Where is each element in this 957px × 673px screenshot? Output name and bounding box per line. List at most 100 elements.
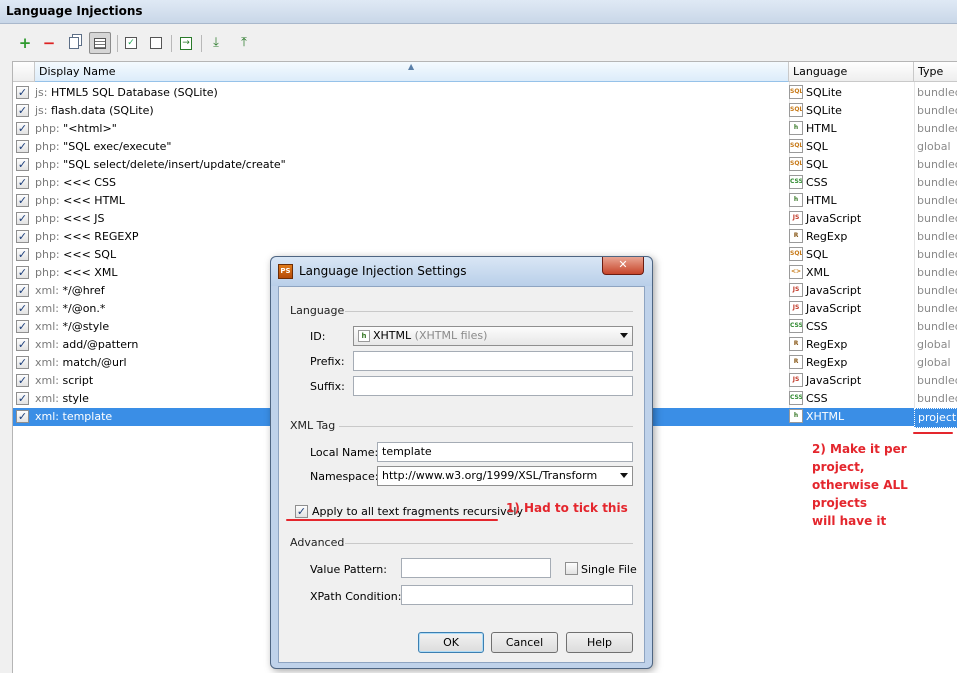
suffix-field[interactable]	[353, 376, 633, 396]
row-enabled-checkbox[interactable]: ✓	[16, 212, 29, 225]
row-enabled-checkbox[interactable]: ✓	[16, 284, 29, 297]
injection-name: <<< JS	[63, 212, 105, 225]
language-icon: JS	[789, 211, 803, 225]
namespace-value: http://www.w3.org/1999/XSL/Transform	[382, 469, 598, 482]
apply-recursive-checkbox[interactable]: ✓	[295, 505, 308, 518]
language-name: HTML	[806, 194, 837, 207]
dialog-title-bar[interactable]: PS Language Injection Settings ✕	[271, 257, 652, 286]
injection-prefix: xml:	[35, 374, 59, 387]
suffix-label: Suffix:	[310, 380, 345, 393]
section-xml-tag: XML Tag	[290, 419, 336, 432]
disable-selected-icon[interactable]	[147, 34, 165, 52]
table-row[interactable]: ✓ js: HTML5 SQL Database (SQLite) SQL SQLit…	[13, 84, 957, 102]
row-enabled-checkbox[interactable]: ✓	[16, 158, 29, 171]
header-display-name-label: Display Name	[39, 65, 116, 78]
cancel-button[interactable]: Cancel	[491, 632, 558, 653]
language-icon: JS	[789, 283, 803, 297]
injection-name: */@on.*	[62, 302, 106, 315]
header-type[interactable]: Type	[914, 62, 957, 82]
single-file-label[interactable]: Single File	[581, 563, 637, 576]
language-name: HTML	[806, 122, 837, 135]
injection-name: "SQL select/delete/insert/update/create"	[63, 158, 286, 171]
language-icon: SQL	[789, 157, 803, 171]
table-row[interactable]: ✓ php: <<< CSS CSSCSS bundled	[13, 174, 957, 192]
local-name-field[interactable]: template	[377, 442, 633, 462]
enable-selected-icon[interactable]: ✓	[122, 34, 140, 52]
help-button[interactable]: Help	[566, 632, 633, 653]
table-row[interactable]: ✓ php: "SQL select/delete/insert/update/c…	[13, 156, 957, 174]
table-row[interactable]: ✓ php: <<< JS JSJavaScript bundled	[13, 210, 957, 228]
edit-list-icon[interactable]	[89, 32, 111, 54]
table-row[interactable]: ✓ php: "<html>" hHTML bundled	[13, 120, 957, 138]
row-enabled-checkbox[interactable]: ✓	[16, 104, 29, 117]
value-pattern-field[interactable]	[401, 558, 551, 578]
prefix-field[interactable]	[353, 351, 633, 371]
row-enabled-checkbox[interactable]: ✓	[16, 356, 29, 369]
display-name-cell: xml: */@on.*	[35, 300, 105, 318]
type-cell: bundled	[917, 230, 957, 243]
row-enabled-checkbox[interactable]: ✓	[16, 410, 29, 423]
language-name: RegExp	[806, 338, 848, 351]
language-name: XML	[806, 266, 830, 279]
language-name: SQL	[806, 140, 828, 153]
row-enabled-checkbox[interactable]: ✓	[16, 338, 29, 351]
language-icon: R	[789, 355, 803, 369]
header-type-label: Type	[918, 65, 944, 78]
header-display-name[interactable]: Display Name ▲	[35, 62, 789, 82]
move-to-project-icon[interactable]: →	[177, 34, 195, 52]
display-name-cell: xml: script	[35, 372, 93, 390]
header-language[interactable]: Language	[789, 62, 914, 82]
apply-recursive-label[interactable]: Apply to all text fragments recursively	[312, 505, 523, 518]
table-row[interactable]: ✓ php: <<< REGEXP RRegExp bundled	[13, 228, 957, 246]
display-name-cell: js: flash.data (SQLite)	[35, 102, 154, 120]
injection-prefix: js:	[35, 104, 48, 117]
display-name-cell: php: "SQL exec/execute"	[35, 138, 171, 156]
import-icon[interactable]: ⤓	[207, 34, 225, 52]
close-icon[interactable]: ✕	[602, 257, 644, 275]
row-enabled-checkbox[interactable]: ✓	[16, 86, 29, 99]
row-enabled-checkbox[interactable]: ✓	[16, 176, 29, 189]
copy-icon[interactable]	[65, 34, 83, 52]
row-enabled-checkbox[interactable]: ✓	[16, 194, 29, 207]
row-enabled-checkbox[interactable]: ✓	[16, 230, 29, 243]
row-enabled-checkbox[interactable]: ✓	[16, 140, 29, 153]
export-icon[interactable]: ⤒	[235, 34, 253, 52]
display-name-cell: php: <<< XML	[35, 264, 117, 282]
row-enabled-checkbox[interactable]: ✓	[16, 320, 29, 333]
namespace-combo[interactable]: http://www.w3.org/1999/XSL/Transform	[377, 466, 633, 486]
ok-button[interactable]: OK	[418, 632, 484, 653]
row-enabled-checkbox[interactable]: ✓	[16, 302, 29, 315]
injection-name: <<< SQL	[63, 248, 117, 261]
row-enabled-checkbox[interactable]: ✓	[16, 122, 29, 135]
section-divider	[339, 426, 633, 427]
language-id-combo[interactable]: h XHTML (XHTML files)	[353, 326, 633, 346]
display-name-cell: php: <<< JS	[35, 210, 105, 228]
display-name-cell: js: HTML5 SQL Database (SQLite)	[35, 84, 218, 102]
type-cell: bundled	[917, 122, 957, 135]
row-enabled-checkbox[interactable]: ✓	[16, 266, 29, 279]
table-row[interactable]: ✓ php: <<< HTML hHTML bundled	[13, 192, 957, 210]
injection-prefix: xml:	[35, 284, 59, 297]
namespace-label: Namespace:	[310, 470, 379, 483]
injection-name: template	[62, 410, 113, 423]
display-name-cell: php: "SQL select/delete/insert/update/cr…	[35, 156, 286, 174]
prefix-label: Prefix:	[310, 355, 345, 368]
row-enabled-checkbox[interactable]: ✓	[16, 248, 29, 261]
row-enabled-checkbox[interactable]: ✓	[16, 374, 29, 387]
remove-icon[interactable]: −	[40, 34, 58, 52]
add-icon[interactable]: +	[16, 34, 34, 52]
table-row[interactable]: ✓ php: "SQL exec/execute" SQL SQL global	[13, 138, 957, 156]
injection-name: style	[62, 392, 89, 405]
toolbar-separator	[171, 35, 172, 52]
type-cell: bundled	[917, 284, 957, 297]
injection-prefix: xml:	[35, 410, 59, 423]
header-checkbox-column[interactable]	[13, 62, 35, 82]
language-name: JavaScript	[806, 302, 862, 315]
xpath-condition-field[interactable]	[401, 585, 633, 605]
language-name: SQL	[806, 248, 828, 261]
language-icon: CSS	[789, 175, 803, 189]
type-cell: bundled	[917, 86, 957, 99]
table-row[interactable]: ✓ js: flash.data (SQLite) SQLSQLite bundled	[13, 102, 957, 120]
single-file-checkbox[interactable]	[565, 562, 578, 575]
row-enabled-checkbox[interactable]: ✓	[16, 392, 29, 405]
